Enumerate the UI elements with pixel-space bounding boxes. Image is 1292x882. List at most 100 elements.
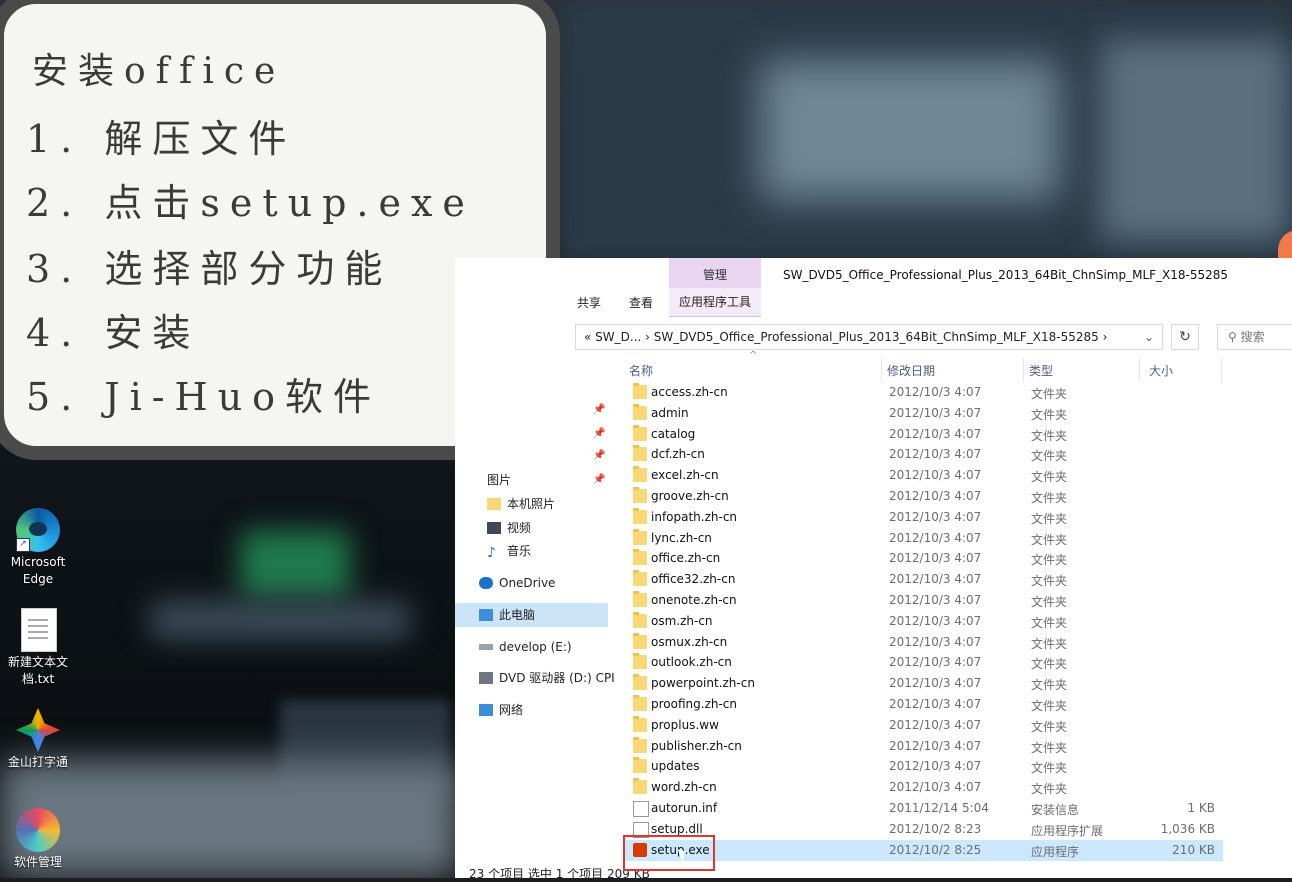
file-type: 文件夹 <box>1031 595 1068 609</box>
nav-item-dvd-drive[interactable]: DVD 驱动器 (D:) CPI <box>479 667 615 689</box>
file-row[interactable]: access.zh-cn 2012/10/3 4:07 文件夹 <box>623 382 1223 403</box>
file-date: 2012/10/3 4:07 <box>889 717 982 732</box>
file-name: office.zh-cn <box>651 551 721 566</box>
file-type: 文件夹 <box>1031 532 1068 547</box>
file-row[interactable]: osm.zh-cn 2012/10/3 4:07 文件夹 <box>623 611 1223 632</box>
file-row[interactable]: office32.zh-cn 2012/10/3 4:07 文件夹 <box>623 569 1223 590</box>
file-row[interactable]: proofing.zh-cn 2012/10/3 4:07 文件夹 <box>623 694 1223 715</box>
file-row[interactable]: updates 2012/10/3 4:07 文件夹 <box>623 756 1223 777</box>
desktop-icon-software-manager[interactable]: 软件管理 <box>2 808 74 871</box>
chevron-down-icon[interactable]: ⌄ <box>1144 325 1154 349</box>
column-header-type[interactable]: 类型 <box>1029 362 1053 379</box>
file-name: word.zh-cn <box>651 780 717 795</box>
folder-icon <box>633 778 647 795</box>
background-light <box>150 600 410 640</box>
file-row[interactable]: infopath.zh-cn 2012/10/3 4:07 文件夹 <box>623 507 1223 528</box>
note-step: 2. 点击setup.exe <box>26 181 475 225</box>
file-date: 2012/10/3 4:07 <box>889 426 982 441</box>
file-type: 应用程序 <box>1031 844 1080 859</box>
column-header-name[interactable]: 名称 <box>629 362 653 379</box>
file-name: onenote.zh-cn <box>651 593 737 607</box>
text-file-icon <box>21 608 57 652</box>
file-row[interactable]: admin 2012/10/3 4:07 文件夹 <box>623 403 1223 424</box>
file-date: 2012/10/3 4:07 <box>889 530 982 545</box>
file-size: 1 KB <box>1187 801 1215 815</box>
file-row[interactable]: dcf.zh-cn 2012/10/3 4:07 文件夹 <box>623 444 1223 465</box>
folder-icon <box>633 403 647 420</box>
file-size: 210 KB <box>1172 842 1215 857</box>
file-row[interactable]: office.zh-cn 2012/10/3 4:07 文件夹 <box>623 548 1223 569</box>
folder-icon <box>633 736 647 753</box>
nav-item-network[interactable]: 网络 <box>479 699 523 721</box>
pin-icon: 📌 <box>593 450 606 461</box>
column-header-date[interactable]: 修改日期 <box>887 362 935 379</box>
column-divider <box>881 358 882 382</box>
file-name: updates <box>651 759 700 774</box>
nav-item-drive-e[interactable]: develop (E:) <box>479 636 572 658</box>
nav-item-pictures[interactable]: 图片 <box>487 469 511 491</box>
column-divider <box>1139 358 1140 382</box>
folder-icon <box>633 674 647 691</box>
file-row[interactable]: autorun.inf 2011/12/14 5:04 安装信息 1 KB <box>623 798 1223 819</box>
tab-view[interactable]: 查看 <box>629 294 653 311</box>
tab-application-tools[interactable]: 应用程序工具 <box>669 288 761 317</box>
file-name: groove.zh-cn <box>651 489 729 503</box>
file-size: 1,036 KB <box>1160 821 1215 836</box>
nav-item-this-pc[interactable]: 此电脑 <box>479 604 535 626</box>
file-type: 文件夹 <box>1031 657 1068 672</box>
folder-icon <box>633 466 647 483</box>
file-type: 文件夹 <box>1031 574 1068 589</box>
nav-item-video[interactable]: 视频 <box>487 517 531 539</box>
file-name: proplus.ww <box>651 717 719 732</box>
desktop-icon-edge[interactable]: ↗ Microsoft Edge <box>2 508 74 588</box>
folder-icon <box>633 424 647 441</box>
file-date: 2012/10/3 4:07 <box>889 759 982 774</box>
file-row[interactable]: catalog 2012/10/3 4:07 文件夹 <box>623 424 1223 445</box>
file-row[interactable]: groove.zh-cn 2012/10/3 4:07 文件夹 <box>623 486 1223 507</box>
nav-item-music[interactable]: ♪ 音乐 <box>487 540 531 562</box>
file-explorer-window: 共享 查看 管理 应用程序工具 SW_DVD5_Office_Professio… <box>455 258 1292 881</box>
typing-app-icon <box>16 708 60 752</box>
desktop-icon-text-file[interactable]: 新建文本文档.txt <box>2 608 74 688</box>
file-name: publisher.zh-cn <box>651 738 742 753</box>
dvd-icon <box>479 672 493 684</box>
folder-icon <box>633 715 647 732</box>
pin-icon: 📌 <box>593 428 606 439</box>
nav-item-label: 网络 <box>499 703 524 717</box>
pin-icon: 📌 <box>593 404 606 415</box>
file-row[interactable]: excel.zh-cn 2012/10/3 4:07 文件夹 <box>623 465 1223 486</box>
search-input[interactable]: ⚲ 搜索 <box>1217 324 1292 350</box>
address-bar[interactable]: « SW_D... › SW_DVD5_Office_Professional_… <box>575 324 1163 350</box>
folder-icon <box>633 591 647 607</box>
file-row[interactable]: lync.zh-cn 2012/10/3 4:07 文件夹 <box>623 528 1223 549</box>
breadcrumb[interactable]: « SW_D... › SW_DVD5_Office_Professional_… <box>584 325 1107 349</box>
nav-item-onedrive[interactable]: OneDrive <box>479 572 555 594</box>
file-row[interactable]: proplus.ww 2012/10/3 4:07 文件夹 <box>623 715 1223 736</box>
refresh-button[interactable]: ↻ <box>1171 324 1199 350</box>
folder-icon <box>633 757 647 774</box>
file-row[interactable]: publisher.zh-cn 2012/10/3 4:07 文件夹 <box>623 736 1223 757</box>
file-date: 2011/12/14 5:04 <box>889 801 989 815</box>
file-date: 2012/10/3 4:07 <box>889 551 982 566</box>
file-type: 文件夹 <box>1031 719 1068 734</box>
folder-icon <box>633 570 647 587</box>
file-name: office32.zh-cn <box>651 572 736 587</box>
file-name: outlook.zh-cn <box>651 655 732 670</box>
tab-share[interactable]: 共享 <box>577 294 601 311</box>
file-row[interactable]: onenote.zh-cn 2012/10/3 4:07 文件夹 <box>623 590 1223 611</box>
file-date: 2012/10/3 4:07 <box>889 676 982 691</box>
nav-item-label: 音乐 <box>507 544 532 558</box>
nav-item-local-photos[interactable]: 本机照片 <box>487 493 555 515</box>
column-divider <box>1221 358 1222 382</box>
file-type: 文件夹 <box>1031 678 1068 693</box>
desktop-icon-typing-app[interactable]: 金山打字通 <box>2 708 74 771</box>
column-header-size[interactable]: 大小 <box>1149 362 1173 379</box>
file-name: setup.dll <box>651 821 703 836</box>
folder-icon <box>633 632 647 649</box>
file-date: 2012/10/3 4:07 <box>889 593 982 607</box>
file-row[interactable]: outlook.zh-cn 2012/10/3 4:07 文件夹 <box>623 652 1223 673</box>
file-row[interactable]: osmux.zh-cn 2012/10/3 4:07 文件夹 <box>623 632 1223 653</box>
file-name: lync.zh-cn <box>651 530 712 545</box>
file-row[interactable]: word.zh-cn 2012/10/3 4:07 文件夹 <box>623 777 1223 798</box>
file-row[interactable]: powerpoint.zh-cn 2012/10/3 4:07 文件夹 <box>623 673 1223 694</box>
